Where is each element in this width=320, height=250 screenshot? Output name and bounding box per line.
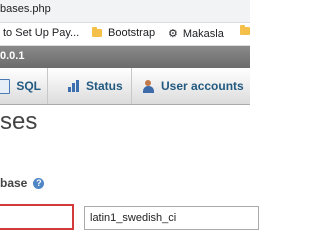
url-text[interactable]: bases.php — [0, 3, 51, 15]
tab-user-accounts[interactable]: User accounts — [134, 68, 254, 104]
bookmark-label: to Set Up Pay... — [3, 27, 80, 39]
create-database-label-text: base — [0, 176, 28, 190]
server-breadcrumb-bar: 0.0.1 — [0, 46, 250, 68]
collation-selected-value: latin1_swedish_ci — [90, 212, 177, 224]
status-icon — [68, 80, 80, 92]
bookmark-folder-bootstrap[interactable]: Bootstrap — [92, 27, 155, 39]
browser-address-bar[interactable]: bases.php — [0, 0, 250, 23]
bookmarks-bar: to Set Up Pay... Bootstrap ⚙ Makasla — [0, 23, 250, 46]
server-address[interactable]: 0.0.1 — [0, 50, 24, 62]
page-title: ses — [0, 108, 38, 135]
tab-label: User accounts — [161, 79, 244, 93]
folder-icon — [240, 25, 250, 35]
bookmark-item-makasla[interactable]: ⚙ Makasla — [168, 27, 224, 41]
collation-select[interactable]: latin1_swedish_ci — [84, 206, 259, 230]
bookmark-label: Makasla — [182, 27, 224, 40]
users-icon — [142, 79, 155, 93]
create-database-label: base ? — [0, 176, 45, 190]
tab-label: Status — [86, 79, 123, 93]
main-tabs: SQL Status User accounts — [0, 68, 250, 105]
bookmark-label: Bootstrap — [108, 27, 156, 39]
sql-icon — [0, 78, 11, 94]
folder-icon — [92, 27, 102, 37]
tab-sql[interactable]: SQL — [0, 68, 48, 104]
bookmark-item[interactable]: to Set Up Pay... — [3, 27, 79, 39]
database-name-input[interactable] — [0, 204, 74, 230]
bookmark-folder[interactable] — [240, 25, 256, 35]
tab-label: SQL — [16, 79, 41, 93]
gear-icon: ⚙ — [168, 28, 178, 40]
help-icon[interactable]: ? — [33, 177, 45, 189]
tab-status[interactable]: Status — [62, 68, 132, 104]
